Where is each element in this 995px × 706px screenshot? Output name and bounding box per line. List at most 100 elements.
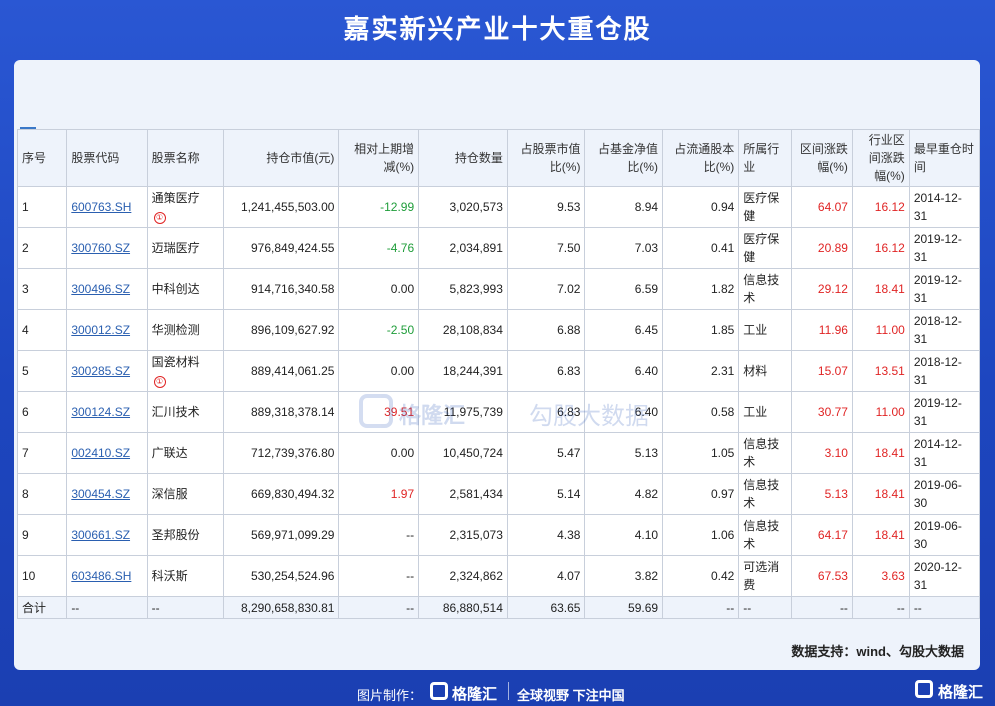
stock-code-link-cell[interactable]: 300012.SZ [66, 309, 148, 351]
float-share-pct-cell: 0.58 [662, 391, 740, 433]
industry: 信息技术 [743, 519, 780, 551]
stock-code-link[interactable]: 603486.SH [71, 569, 131, 583]
range-change-cell: 11.96 [791, 309, 853, 351]
footer-slogan: 全球视野 下注中国 [517, 688, 625, 703]
industry-cell: 医疗保健 [738, 186, 793, 228]
industry-range-change-cell: 11.00 [851, 391, 910, 433]
brand-logo-icon [430, 682, 448, 700]
stock-code-link[interactable]: 002410.SZ [71, 446, 130, 460]
range-change-cell: 64.17 [791, 514, 853, 556]
stock-code-link[interactable]: 600763.SH [71, 200, 131, 214]
stock-code-link[interactable]: 300012.SZ [71, 323, 130, 337]
earliest-date-cell: 2018-12-31 [908, 350, 980, 392]
stock-code-link[interactable]: 300760.SZ [71, 241, 130, 255]
industry-range-change-cell: 11.00 [851, 309, 910, 351]
industry-cell: 材料 [738, 350, 793, 392]
stock-code-link-cell[interactable]: 600763.SH [66, 186, 148, 228]
stock-code-link-cell[interactable]: 300496.SZ [66, 268, 148, 310]
header-cell: 股票名称 [146, 129, 225, 187]
change-pct-cell: -2.50 [338, 309, 420, 351]
table-row: 3 300496.SZ 中科创达 914,716,340.58 0.00 5,823,99… [16, 268, 980, 310]
stock-code-link-cell[interactable]: 603486.SH [66, 555, 148, 597]
change-pct: -2.50 [386, 323, 415, 337]
alert-icon: ① [153, 376, 166, 388]
range-change-cell: 67.53 [791, 555, 853, 597]
industry: 信息技术 [743, 478, 780, 510]
holding-value: 530,254,524.96 [251, 569, 335, 583]
industry: 医疗保健 [743, 232, 780, 264]
stock-value-pct-cell: 5.47 [506, 432, 586, 474]
footer: 图片制作： 格隆汇 全球视野 下注中国 [0, 676, 995, 706]
range-change-cell: 20.89 [791, 227, 853, 269]
table-panel: 序号 股票代码 股票名称 持仓市值(元) 相对上期增减(%) 持仓数量 占股票市… [14, 60, 980, 670]
holding-qty: 10,450,724 [442, 446, 503, 460]
holding-qty: 5,823,993 [449, 282, 503, 296]
table-row: 9 300661.SZ 圣邦股份 569,971,099.29 -- 2,315,073 4… [16, 514, 980, 556]
range-change: 29.12 [817, 282, 848, 296]
change-pct-cell: 0.00 [338, 432, 420, 474]
row-index-cell: 6 [16, 391, 68, 433]
header-cell: 持仓市值(元) [223, 129, 340, 187]
stock-code-link-cell[interactable]: 300124.SZ [66, 391, 148, 433]
stock-code-link[interactable]: 300285.SZ [71, 364, 130, 378]
float-share-pct-cell: 1.05 [662, 432, 740, 474]
float-share-pct-cell: 0.97 [662, 473, 740, 515]
range-change-cell: 15.07 [791, 350, 853, 392]
stock-name: 通策医疗 [151, 191, 200, 205]
holding-value-cell: 889,414,061.25 [223, 350, 340, 392]
table-row: 8 300454.SZ 深信服 669,830,494.32 1.97 2,581,434… [16, 473, 980, 515]
earliest-date: 2019-06-30 [913, 478, 962, 510]
stock-code-link-cell[interactable]: 300661.SZ [66, 514, 148, 556]
stock-name: 广联达 [151, 446, 188, 460]
stock-value-pct: 7.50 [557, 241, 581, 255]
industry-range-change: 18.41 [874, 446, 905, 460]
row-index-cell: 8 [16, 473, 68, 515]
stock-value-pct-cell: 4.07 [506, 555, 586, 597]
float-share-pct: 2.31 [710, 364, 735, 378]
change-pct-cell: 0.00 [338, 268, 420, 310]
range-change: 15.07 [817, 364, 848, 378]
industry: 工业 [743, 405, 768, 419]
nav-pct-cell: 6.45 [584, 309, 664, 351]
total-float-share-pct: -- [662, 596, 740, 619]
industry-cell: 可选消费 [738, 555, 793, 597]
header-cell: 占股票市值比(%) [506, 129, 586, 187]
stock-code-link[interactable]: 300454.SZ [71, 487, 130, 501]
holding-value: 896,109,627.92 [251, 323, 335, 337]
holding-value-cell: 1,241,455,503.00 [223, 186, 340, 228]
row-index: 3 [22, 282, 29, 296]
nav-pct: 4.10 [634, 528, 659, 542]
stock-code-link-cell[interactable]: 300760.SZ [66, 227, 148, 269]
stock-value-pct-cell: 6.88 [506, 309, 586, 351]
stock-value-pct: 7.02 [557, 282, 581, 296]
change-pct: 0.00 [390, 446, 415, 460]
range-change: 3.10 [824, 446, 848, 460]
range-change: 5.13 [824, 487, 848, 501]
stock-name-cell: 迈瑞医疗 [146, 227, 225, 269]
range-change-cell: 64.07 [791, 186, 853, 228]
stock-code-link-cell[interactable]: 002410.SZ [66, 432, 148, 474]
stock-code-link-cell[interactable]: 300285.SZ [66, 350, 148, 392]
stock-code-link[interactable]: 300124.SZ [71, 405, 130, 419]
stock-name: 汇川技术 [151, 405, 200, 419]
row-index-cell: 3 [16, 268, 68, 310]
holding-qty: 18,244,391 [442, 364, 503, 378]
stock-name: 科沃斯 [151, 569, 188, 583]
footer-label: 图片制作： [357, 688, 423, 703]
stock-value-pct: 4.07 [557, 569, 581, 583]
range-change-cell: 30.77 [791, 391, 853, 433]
stock-code-link[interactable]: 300661.SZ [71, 528, 130, 542]
header-cell: 所属行业 [738, 129, 793, 187]
earliest-date: 2018-12-31 [913, 355, 962, 387]
holding-qty-cell: 10,450,724 [418, 432, 508, 474]
earliest-date-cell: 2020-12-31 [908, 555, 980, 597]
industry-range-change-cell: 16.12 [851, 186, 910, 228]
total-stock-value-pct: 63.65 [506, 596, 586, 619]
float-share-pct-cell: 1.06 [662, 514, 740, 556]
stock-code-link-cell[interactable]: 300454.SZ [66, 473, 148, 515]
industry-range-change: 16.12 [874, 241, 905, 255]
nav-pct: 6.40 [634, 405, 659, 419]
stock-code-link[interactable]: 300496.SZ [71, 282, 130, 296]
table-row: 4 300012.SZ 华测检测 896,109,627.92 -2.50 28,108,… [16, 309, 980, 351]
holding-value-cell: 896,109,627.92 [223, 309, 340, 351]
